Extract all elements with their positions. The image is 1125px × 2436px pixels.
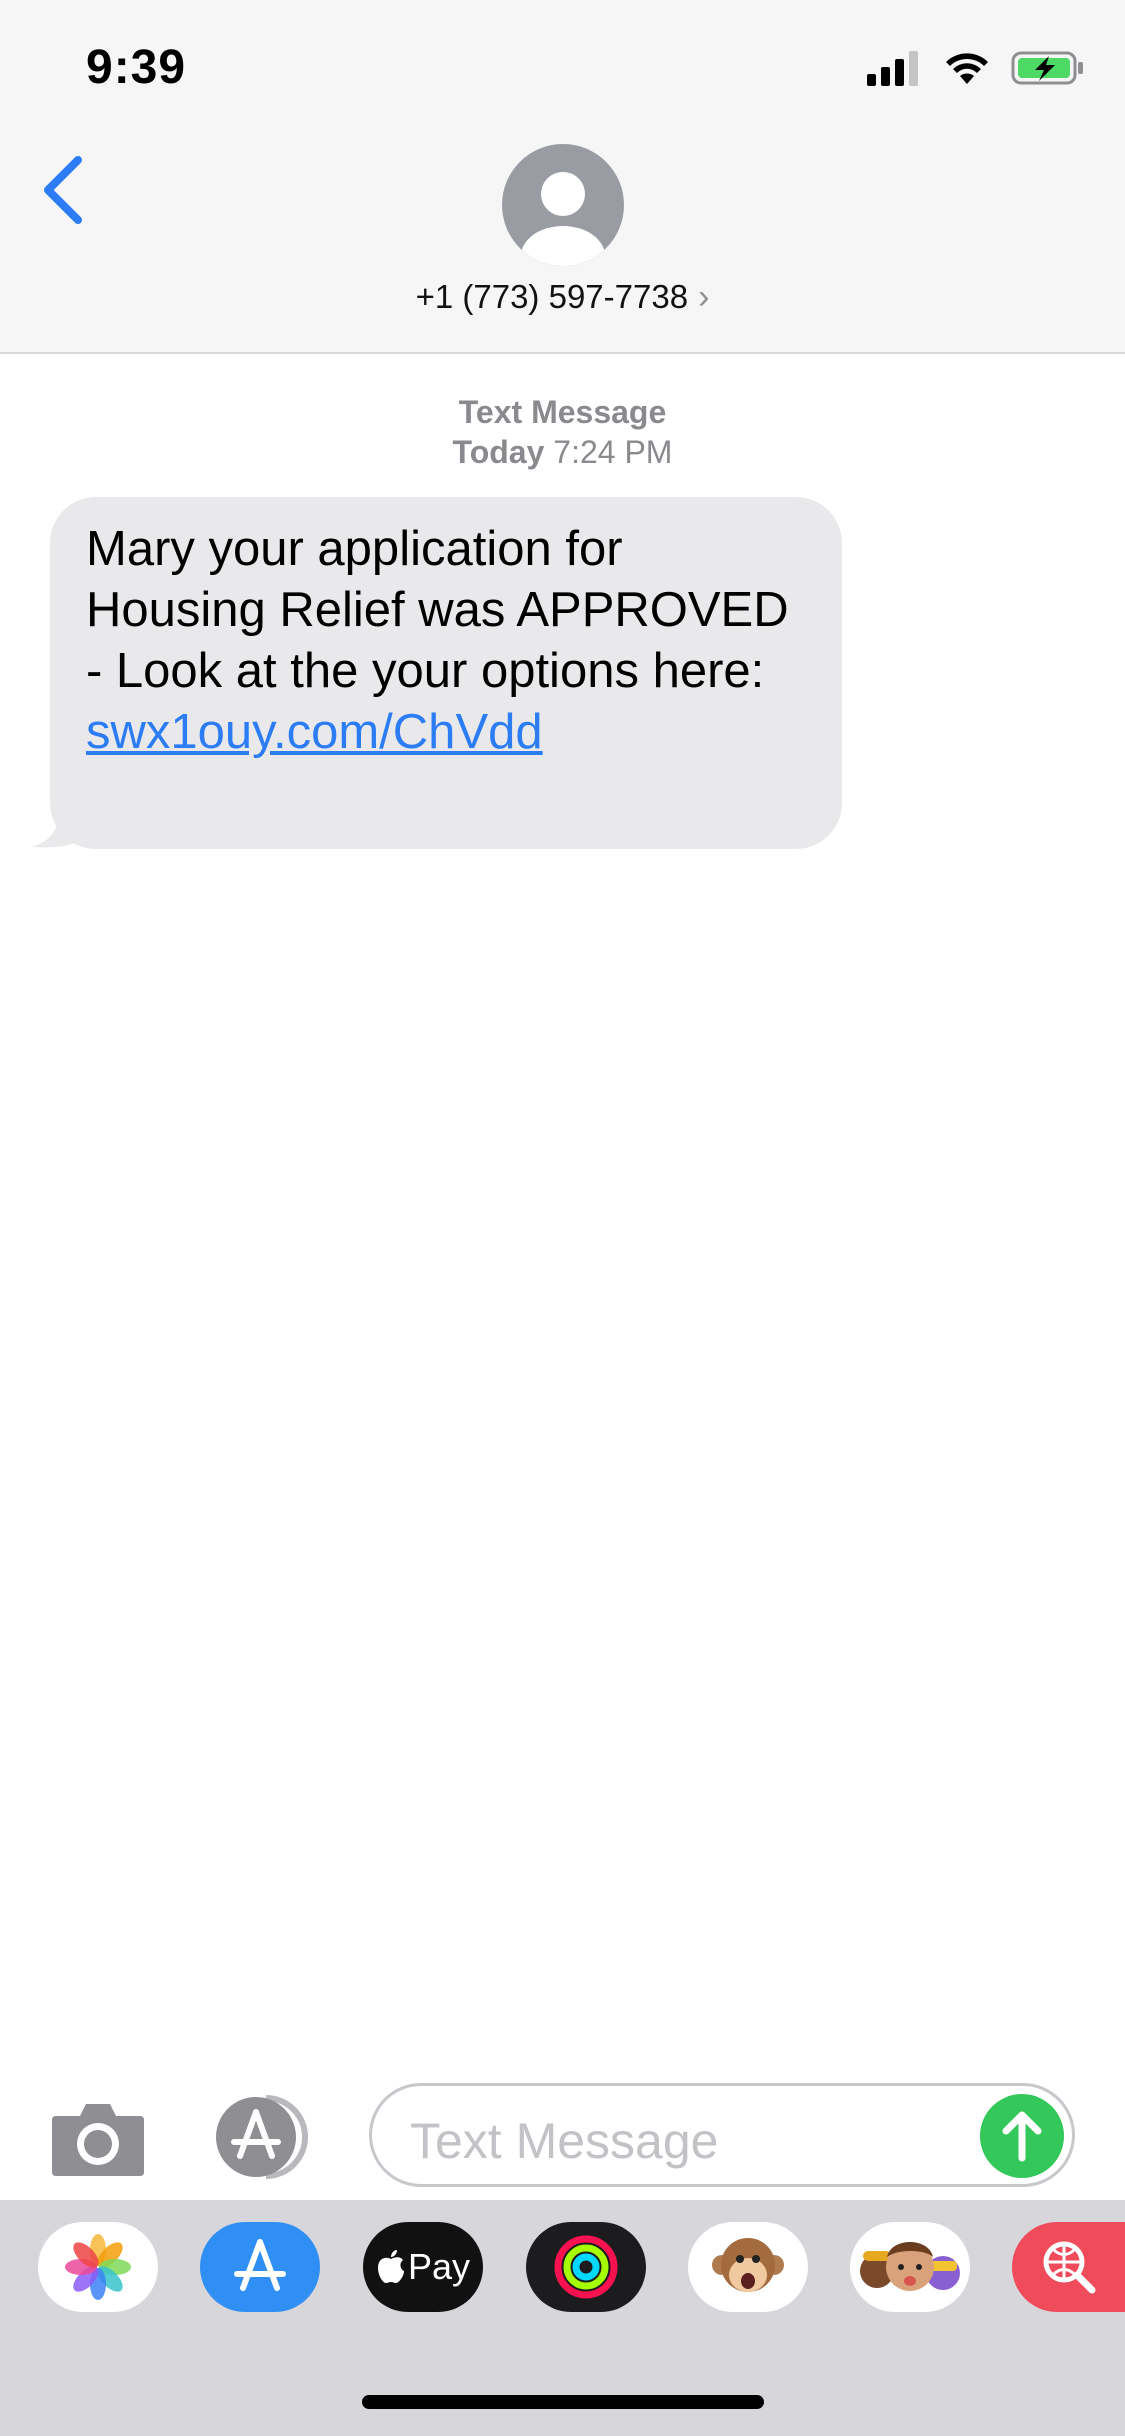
activity-rings-icon	[554, 2235, 618, 2299]
memoji-faces-icon	[860, 2242, 960, 2291]
message-timestamp: Text Message Today 7:24 PM	[0, 392, 1125, 472]
photos-app-button[interactable]	[38, 2222, 158, 2312]
pay-label: Pay	[407, 2246, 471, 2287]
web-images-button[interactable]	[1012, 2222, 1125, 2312]
app-store-apps-icon[interactable]	[208, 2094, 320, 2180]
contact-avatar[interactable]	[502, 144, 624, 266]
chevron-right-icon: ›	[698, 278, 710, 316]
monkey-face-icon	[712, 2238, 784, 2292]
activity-button[interactable]	[526, 2222, 646, 2312]
message-text: Mary your application for Housing Relief…	[86, 519, 806, 763]
camera-icon[interactable]	[50, 2098, 146, 2178]
back-chevron-icon[interactable]	[34, 152, 90, 228]
home-indicator	[362, 2395, 764, 2409]
incoming-message[interactable]: Mary your application for Housing Relief…	[30, 497, 842, 849]
globe-search-icon	[1043, 2241, 1096, 2294]
contact-number: +1 (773) 597-7738	[415, 278, 689, 315]
cellular-signal-icon	[867, 51, 918, 86]
message-link[interactable]: swx1ouy.com/ChVdd	[86, 705, 543, 759]
memoji-stickers-button[interactable]	[850, 2222, 970, 2312]
photos-icon	[65, 2234, 131, 2300]
timestamp-time: 7:24 PM	[553, 434, 673, 470]
apple-pay-button[interactable]: Pay	[363, 2222, 483, 2312]
apple-logo-icon	[377, 2250, 404, 2283]
animoji-button[interactable]	[688, 2222, 808, 2312]
conversation-header: 9:39 +1 (773) 597-7738 ›	[0, 0, 1125, 354]
timestamp-day: Today	[452, 434, 545, 470]
status-time: 9:39	[86, 41, 187, 94]
app-store-button[interactable]	[200, 2222, 320, 2312]
status-icons	[867, 48, 1085, 88]
message-bubble: Mary your application for Housing Relief…	[50, 497, 842, 849]
battery-charging-icon	[1011, 51, 1083, 85]
send-arrow-icon[interactable]	[980, 2094, 1064, 2178]
input-placeholder: Text Message	[410, 2113, 719, 2169]
message-body: Mary your application for Housing Relief…	[86, 522, 789, 698]
app-store-icon	[234, 2239, 286, 2291]
message-input[interactable]: Text Message	[369, 2083, 1075, 2187]
service-label: Text Message	[458, 394, 667, 430]
wifi-icon	[946, 53, 988, 84]
contact-name-button[interactable]: +1 (773) 597-7738 ›	[0, 278, 1125, 317]
